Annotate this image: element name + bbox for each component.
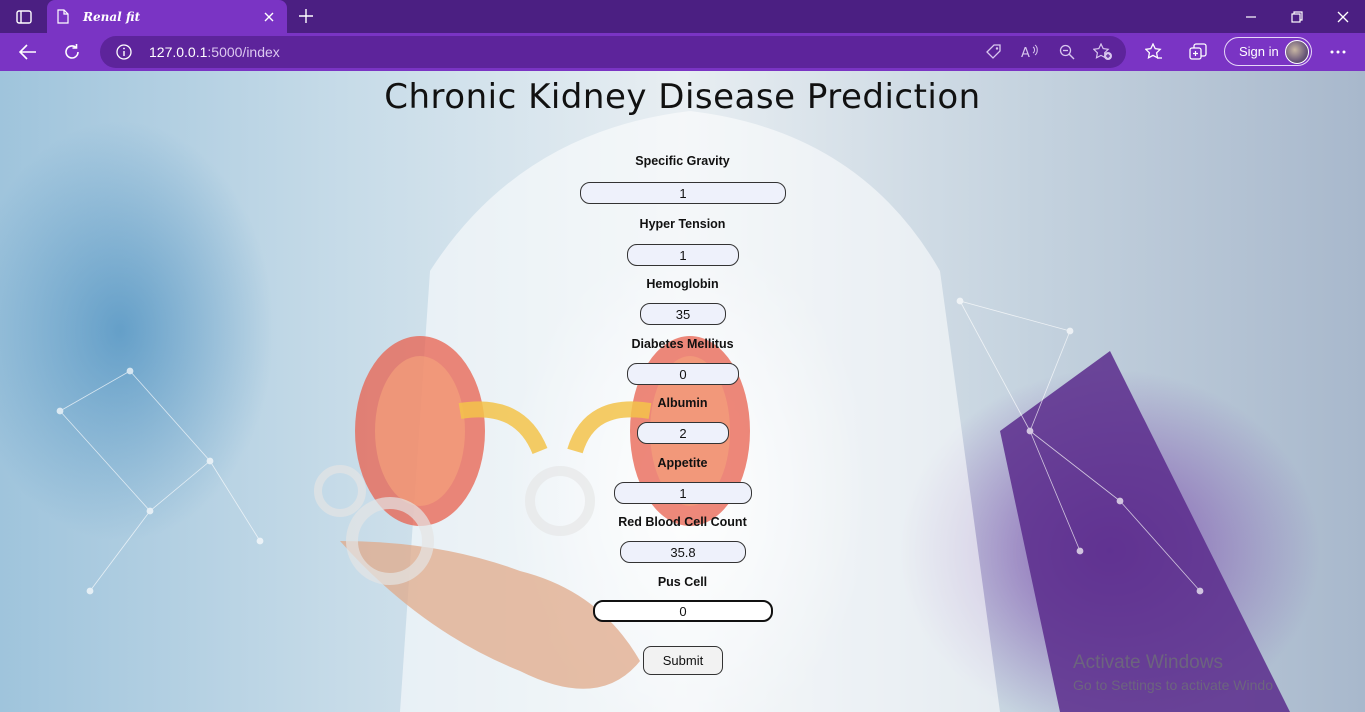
- input-red-blood-cell-count[interactable]: [620, 541, 746, 563]
- read-aloud-icon[interactable]: A: [1020, 42, 1040, 62]
- favorites-icon[interactable]: [1143, 41, 1165, 63]
- svg-text:A: A: [1021, 46, 1030, 60]
- input-diabetes-mellitus[interactable]: [627, 363, 739, 385]
- tab-actions-icon[interactable]: [10, 6, 38, 28]
- avatar: [1285, 40, 1309, 64]
- browser-titlebar: Renal fit: [0, 0, 1365, 33]
- label-specific-gravity: Specific Gravity: [635, 154, 730, 168]
- back-arrow-icon[interactable]: [15, 40, 41, 64]
- input-pus-cell[interactable]: [593, 600, 773, 622]
- minimize-icon[interactable]: [1240, 6, 1262, 28]
- activate-windows-title: Activate Windows: [1073, 652, 1223, 673]
- close-icon[interactable]: [261, 9, 277, 25]
- page-icon: [57, 9, 73, 25]
- star-add-icon[interactable]: [1093, 42, 1113, 62]
- label-appetite: Appetite: [657, 456, 708, 470]
- label-albumin: Albumin: [657, 396, 708, 410]
- activate-windows-subtitle: Go to Settings to activate Windo: [1073, 677, 1273, 693]
- input-specific-gravity[interactable]: [580, 182, 786, 204]
- sign-in-label: Sign in: [1239, 44, 1279, 59]
- more-icon[interactable]: [1327, 41, 1349, 63]
- label-pus-cell: Pus Cell: [657, 575, 708, 589]
- restore-icon[interactable]: [1286, 6, 1308, 28]
- url-path: :5000/index: [207, 44, 280, 60]
- label-hyper-tension: Hyper Tension: [639, 217, 726, 231]
- input-hyper-tension[interactable]: [627, 244, 739, 266]
- input-albumin[interactable]: [637, 422, 729, 444]
- page-title: Chronic Kidney Disease Prediction: [384, 77, 981, 117]
- label-red-blood-cell-count: Red Blood Cell Count: [618, 515, 747, 529]
- label-hemoglobin: Hemoglobin: [646, 277, 719, 291]
- browser-toolbar: 127.0.0.1:5000/index A Sign in: [0, 33, 1365, 71]
- input-appetite[interactable]: [614, 482, 752, 504]
- url-text[interactable]: 127.0.0.1:5000/index: [149, 44, 280, 60]
- submit-button[interactable]: Submit: [643, 646, 723, 675]
- page-content: Chronic Kidney Disease Prediction Specif…: [0, 71, 1365, 712]
- window-close-icon[interactable]: [1332, 6, 1354, 28]
- label-diabetes-mellitus: Diabetes Mellitus: [631, 337, 734, 351]
- input-hemoglobin[interactable]: [640, 303, 726, 325]
- info-icon[interactable]: [116, 44, 132, 60]
- url-host: 127.0.0.1: [149, 44, 208, 60]
- address-bar[interactable]: 127.0.0.1:5000/index A: [100, 36, 1126, 68]
- collections-icon[interactable]: [1187, 41, 1209, 63]
- sign-in-button[interactable]: Sign in: [1224, 37, 1312, 66]
- refresh-icon[interactable]: [59, 40, 85, 64]
- tab-title: Renal fit: [83, 9, 141, 24]
- browser-tab[interactable]: Renal fit: [47, 0, 287, 33]
- tag-icon[interactable]: [984, 42, 1004, 62]
- plus-icon[interactable]: [295, 5, 317, 27]
- zoom-out-icon[interactable]: [1057, 42, 1077, 62]
